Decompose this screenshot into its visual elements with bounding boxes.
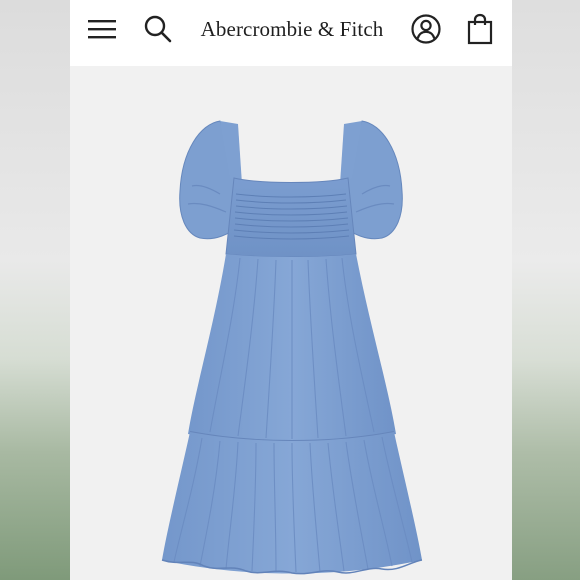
hamburger-menu-icon (88, 20, 116, 39)
blurred-background-right (512, 0, 580, 580)
product-image[interactable] (70, 66, 512, 580)
shopping-bag-button[interactable] (462, 11, 498, 47)
user-account-icon (411, 14, 441, 44)
search-button[interactable] (140, 11, 176, 47)
account-button[interactable] (408, 11, 444, 47)
dress-illustration (161, 120, 423, 575)
brand-logo[interactable]: Abercrombie & Fitch (194, 12, 390, 46)
search-icon (144, 15, 172, 43)
menu-button[interactable] (84, 11, 120, 47)
app-screen: Abercrombie & Fitch (70, 0, 512, 580)
blurred-background-left (0, 0, 70, 580)
top-navigation-bar: Abercrombie & Fitch (70, 0, 512, 66)
shopping-bag-icon (467, 13, 493, 45)
